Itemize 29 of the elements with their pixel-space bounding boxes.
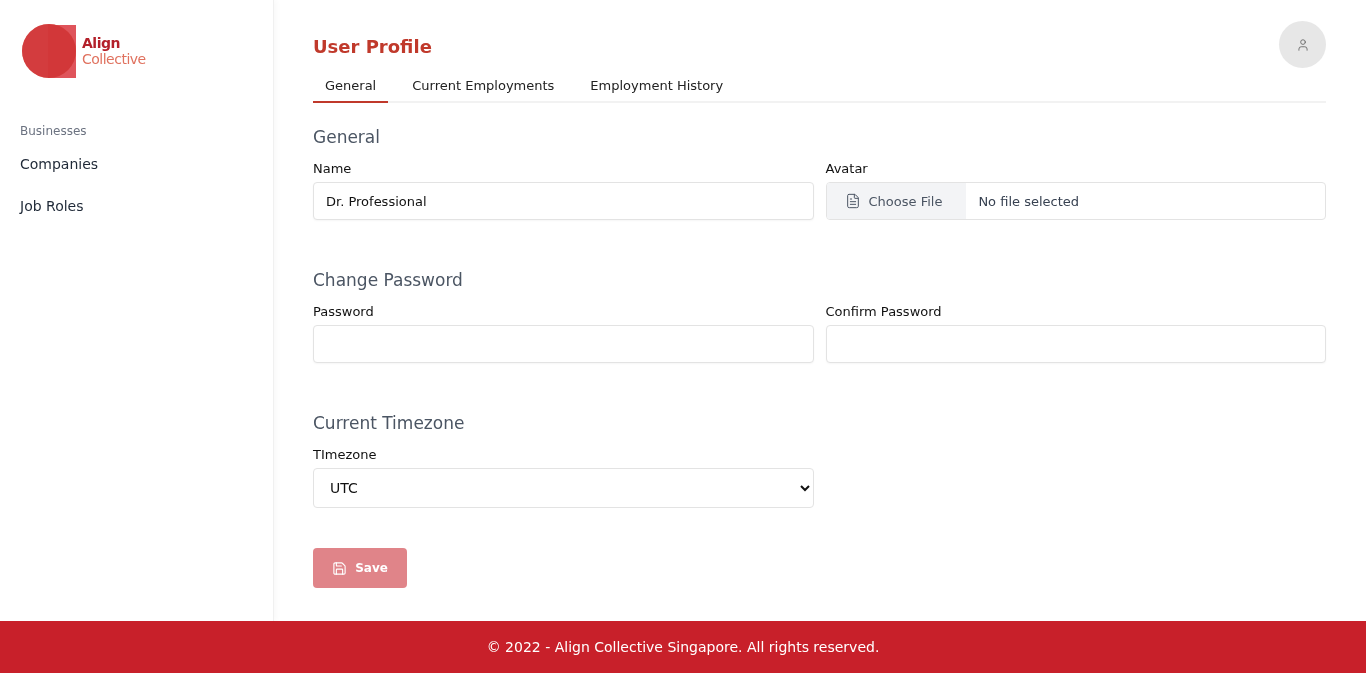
field-label: TImezone — [313, 447, 378, 462]
section-title: Change Password — [313, 270, 464, 290]
password-field[interactable] — [825, 325, 1326, 363]
file-status-text: No file selected — [977, 193, 1079, 209]
save-icon — [332, 560, 348, 576]
tab[interactable]: Current Employments — [400, 70, 567, 103]
field-label: Name — [313, 161, 353, 176]
logo-text: Align Collective — [82, 35, 146, 67]
input-field[interactable]: Dr. Professional — [313, 182, 814, 220]
choose-file-button[interactable]: Choose File — [826, 183, 967, 219]
tab[interactable]: Employment History — [578, 70, 736, 103]
field-label: Avatar — [825, 161, 869, 176]
field-label: Confirm Password — [825, 304, 943, 319]
section-title: General — [313, 127, 381, 147]
nav-item[interactable]: Job Roles — [20, 198, 253, 214]
password-field[interactable] — [313, 325, 814, 363]
section-title: Current Timezone — [313, 413, 466, 433]
nav-item[interactable]: Companies — [20, 156, 253, 172]
nav-section-label: Businesses — [20, 124, 88, 138]
avatar-button[interactable] — [1279, 21, 1326, 68]
timezone-select[interactable]: UTC — [313, 468, 814, 508]
field-label: Password — [313, 304, 375, 319]
footer: © 2022 - Align Collective Singapore. All rights reserved. — [0, 621, 1366, 673]
page-title: User Profile — [313, 36, 432, 57]
file-icon — [844, 193, 861, 209]
tab[interactable]: General — [313, 70, 389, 103]
logo-icon — [20, 22, 78, 80]
user-icon — [1295, 37, 1310, 52]
file-input-field[interactable]: Choose File No file selected — [825, 182, 1326, 220]
